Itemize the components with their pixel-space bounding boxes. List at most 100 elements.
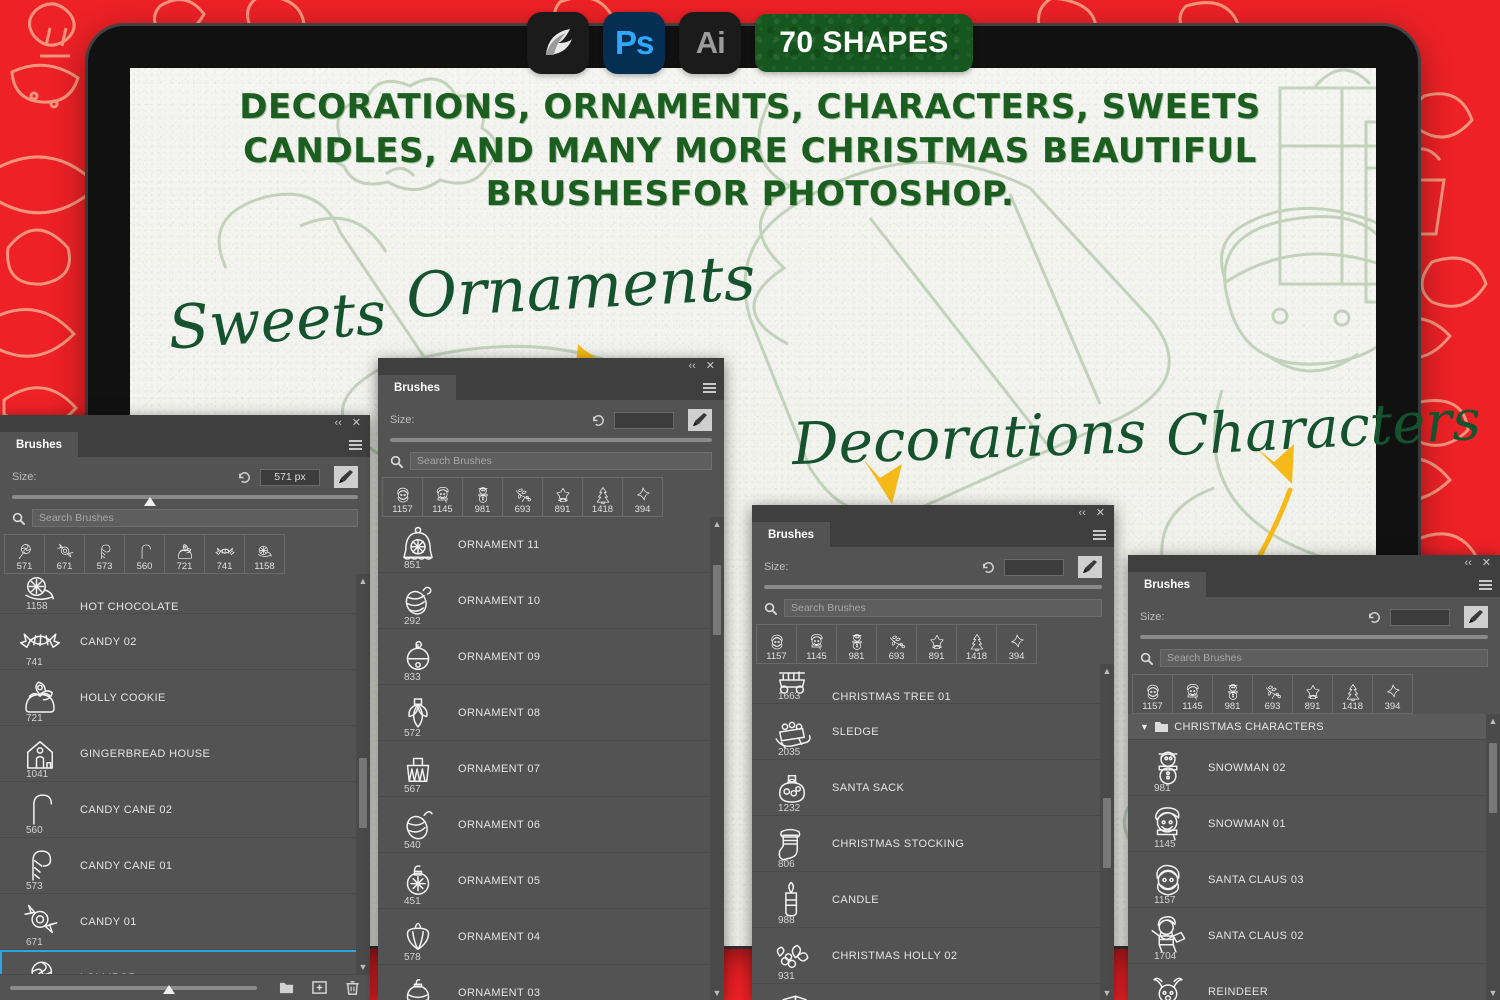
new-brush-icon[interactable]	[312, 980, 327, 995]
recent-brush-4[interactable]: 721	[164, 534, 205, 574]
slider-thumb[interactable]	[144, 497, 156, 506]
brush-size-slider[interactable]	[752, 581, 1114, 595]
recent-brush-3[interactable]: 560	[124, 534, 165, 574]
search-input[interactable]	[410, 452, 712, 470]
scrollbar-thumb[interactable]	[359, 758, 367, 828]
recent-brush-2[interactable]: 981	[1212, 674, 1253, 714]
brush-list-item[interactable]: ORNAMENT 10 292	[378, 573, 724, 629]
list-scrollbar[interactable]: ▲ ▼	[710, 517, 724, 1000]
brush-list-item[interactable]: ORNAMENT 11 851	[378, 517, 724, 573]
recent-brush-5[interactable]: 1418	[956, 624, 997, 664]
recent-brush-3[interactable]: 693	[1252, 674, 1293, 714]
new-folder-icon[interactable]	[279, 980, 294, 995]
recent-brush-4[interactable]: 891	[542, 477, 583, 517]
brush-list[interactable]: HOT CHOCOLATE 1158 CANDY 02 741 HOLLY CO…	[0, 574, 370, 974]
recent-brush-1[interactable]: 1145	[1172, 674, 1213, 714]
panel-menu-icon[interactable]	[703, 383, 716, 393]
scroll-down-icon[interactable]: ▼	[1103, 986, 1112, 1000]
recent-brush-2[interactable]: 573	[84, 534, 125, 574]
recent-brush-5[interactable]: 1418	[582, 477, 623, 517]
brush-list-item[interactable]: ORNAMENT 05 451	[378, 853, 724, 909]
recent-brush-1[interactable]: 671	[44, 534, 85, 574]
collapse-icon[interactable]: ‹‹	[688, 361, 695, 372]
brush-list-item[interactable]: ORNAMENT 09 833	[378, 629, 724, 685]
scroll-up-icon[interactable]: ▲	[1489, 714, 1498, 728]
brush-list-item[interactable]: CANDY CANE 01 573	[0, 838, 370, 894]
delete-brush-icon[interactable]	[345, 980, 360, 995]
recent-brush-0[interactable]: 1157	[756, 624, 797, 664]
brush-list-item[interactable]: ORNAMENT 04 578	[378, 909, 724, 965]
recent-brush-4[interactable]: 891	[1292, 674, 1333, 714]
brush-list-item[interactable]: REINDEER 1243	[1128, 964, 1500, 1000]
reset-icon[interactable]	[1367, 610, 1382, 625]
brush-list-item[interactable]: CANDY 01 671	[0, 894, 370, 950]
list-scrollbar[interactable]: ▲ ▼	[356, 574, 370, 974]
brush-list[interactable]: ▼ CHRISTMAS CHARACTERS SNOWMAN 02 981 SN…	[1128, 714, 1500, 1000]
brushes-panel-ornaments[interactable]: ‹‹ ✕ Brushes Size:	[378, 358, 724, 1000]
brush-list-item[interactable]: SANTA CLAUS 03 1157	[1128, 852, 1500, 908]
brush-list-item[interactable]: CANDY CANE 02 560	[0, 782, 370, 838]
reset-icon[interactable]	[237, 470, 252, 485]
panel-menu-icon[interactable]	[349, 440, 362, 450]
collapse-icon[interactable]: ‹‹	[1464, 558, 1471, 569]
list-scrollbar[interactable]: ▲ ▼	[1100, 664, 1114, 1000]
panel-menu-icon[interactable]	[1479, 580, 1492, 590]
recent-brush-5[interactable]: 741	[204, 534, 245, 574]
recent-brush-1[interactable]: 1145	[422, 477, 463, 517]
scroll-up-icon[interactable]: ▲	[359, 574, 368, 588]
brush-list-item[interactable]: CHRISTMAS HOLLY 02 931	[752, 928, 1114, 984]
scrollbar-thumb[interactable]	[1103, 798, 1111, 868]
search-input[interactable]	[784, 599, 1102, 617]
tab-brushes[interactable]: Brushes	[752, 522, 830, 547]
panel-menu-icon[interactable]	[1093, 530, 1106, 540]
brush-list-item[interactable]: GINGERBREAD HOUSE 1041	[0, 726, 370, 782]
brushes-panel-sweets[interactable]: ‹‹ ✕ Brushes Size: 571 px	[0, 415, 370, 1000]
brush-list-item[interactable]: CHRISTMAS CARD	[752, 984, 1114, 1000]
brush-list-item[interactable]: LOLLIPOP 571	[0, 950, 370, 974]
brush-size-slider[interactable]	[0, 491, 370, 505]
recent-brush-6[interactable]: 394	[996, 624, 1037, 664]
tab-brushes[interactable]: Brushes	[0, 432, 78, 457]
close-icon[interactable]: ✕	[352, 418, 361, 429]
recent-brush-2[interactable]: 981	[462, 477, 503, 517]
brush-list-item[interactable]: HOLLY COOKIE 721	[0, 670, 370, 726]
brush-list-item[interactable]: CANDLE 988	[752, 872, 1114, 928]
brush-size-slider[interactable]	[1128, 631, 1500, 645]
collapse-icon[interactable]: ‹‹	[334, 418, 341, 429]
brush-list-item[interactable]: ORNAMENT 08 572	[378, 685, 724, 741]
scroll-down-icon[interactable]: ▼	[359, 960, 368, 974]
brush-list-item[interactable]: ORNAMENT 06 540	[378, 797, 724, 853]
brush-list-item[interactable]: SANTA CLAUS 02 1704	[1128, 908, 1500, 964]
brush-size-value[interactable]	[614, 412, 674, 429]
scroll-down-icon[interactable]: ▼	[1489, 986, 1498, 1000]
reset-icon[interactable]	[591, 413, 606, 428]
search-input[interactable]	[32, 509, 358, 527]
recent-brush-2[interactable]: 981	[836, 624, 877, 664]
scroll-up-icon[interactable]: ▲	[1103, 664, 1112, 678]
recent-brush-6[interactable]: 394	[1372, 674, 1413, 714]
recent-brush-0[interactable]: 1157	[1132, 674, 1173, 714]
footer-slider[interactable]	[10, 986, 257, 990]
recent-brush-6[interactable]: 394	[622, 477, 663, 517]
recent-brush-1[interactable]: 1145	[796, 624, 837, 664]
brush-preview-icon[interactable]	[1464, 606, 1488, 628]
brush-list-item[interactable]: ORNAMENT 03 700	[378, 965, 724, 1000]
close-icon[interactable]: ✕	[1482, 558, 1491, 569]
close-icon[interactable]: ✕	[1096, 508, 1105, 519]
scroll-up-icon[interactable]: ▲	[713, 517, 722, 531]
brush-preview-icon[interactable]	[688, 409, 712, 431]
scrollbar-thumb[interactable]	[1489, 743, 1497, 813]
reset-icon[interactable]	[981, 560, 996, 575]
brush-list[interactable]: ORNAMENT 11 851 ORNAMENT 10 292 ORNAMENT…	[378, 517, 724, 1000]
footer-slider-thumb[interactable]	[163, 985, 175, 994]
scroll-down-icon[interactable]: ▼	[713, 986, 722, 1000]
brush-list-item[interactable]: SNOWMAN 02 981	[1128, 740, 1500, 796]
brushes-panel-decorations[interactable]: ‹‹ ✕ Brushes Size:	[752, 505, 1114, 1000]
recent-brush-6[interactable]: 1158	[244, 534, 285, 574]
recent-brush-0[interactable]: 1157	[382, 477, 423, 517]
recent-brush-3[interactable]: 693	[502, 477, 543, 517]
brush-list-item[interactable]: ORNAMENT 07 567	[378, 741, 724, 797]
brushes-panel-characters[interactable]: ‹‹ ✕ Brushes Size:	[1128, 555, 1500, 1000]
brush-list-item[interactable]: CANDY 02 741	[0, 614, 370, 670]
recent-brush-0[interactable]: 571	[4, 534, 45, 574]
